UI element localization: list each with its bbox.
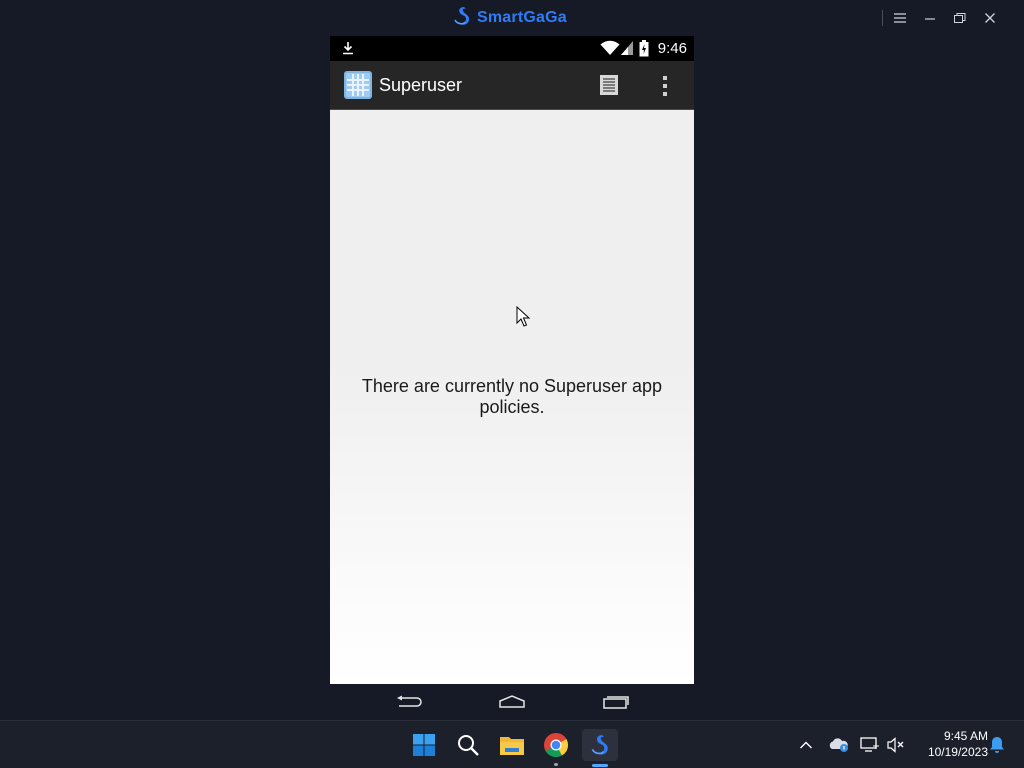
chevron-up-icon[interactable]	[796, 734, 816, 756]
active-indicator	[592, 764, 608, 767]
empty-policies-message: There are currently no Superuser app pol…	[361, 376, 663, 417]
recents-icon[interactable]	[601, 693, 631, 711]
emulator-brand-name: SmartGaGa	[477, 9, 567, 26]
volume-muted-icon[interactable]	[885, 734, 907, 756]
windows-start-icon[interactable]	[408, 729, 440, 761]
clock-date: 10/19/2023	[927, 745, 988, 759]
network-icon[interactable]	[859, 734, 881, 756]
running-indicator	[554, 763, 558, 766]
app-title: Superuser	[379, 75, 463, 95]
wifi-icon	[600, 40, 620, 61]
home-icon[interactable]	[497, 693, 527, 711]
policies-list-area: There are currently no Superuser app pol…	[330, 110, 694, 684]
hamburger-menu-icon[interactable]	[889, 8, 911, 28]
chrome-icon[interactable]	[540, 729, 572, 766]
mouse-cursor-icon	[516, 305, 531, 333]
minimize-icon[interactable]	[919, 8, 941, 28]
file-explorer-icon[interactable]	[496, 729, 528, 761]
clock-time: 9:45 AM	[943, 729, 988, 743]
restore-icon[interactable]	[949, 8, 971, 28]
app-action-bar: Superuser	[330, 61, 694, 110]
battery-icon	[639, 40, 649, 62]
back-icon[interactable]	[394, 693, 424, 711]
windows-taskbar: 9:45 AM 10/19/2023	[0, 720, 1024, 768]
overflow-menu-icon[interactable]	[661, 75, 669, 102]
status-time: 9:46	[657, 40, 687, 57]
superuser-app-icon[interactable]	[344, 71, 372, 104]
smartgaga-icon[interactable]	[582, 729, 618, 767]
emulator-title-bar: SmartGaGa	[0, 0, 1024, 36]
android-screen: 9:46 Superuser There are currently no Su…	[330, 36, 694, 684]
search-icon[interactable]	[452, 729, 484, 761]
signal-icon	[620, 40, 634, 61]
download-icon	[342, 41, 354, 60]
title-separator	[882, 10, 883, 26]
log-icon[interactable]	[599, 74, 619, 101]
notification-bell-icon[interactable]	[987, 734, 1007, 756]
android-status-bar: 9:46	[330, 36, 694, 61]
smartgaga-logo-icon	[452, 5, 472, 32]
onedrive-icon[interactable]	[827, 734, 851, 756]
taskbar-clock[interactable]: 9:45 AM 10/19/2023	[912, 728, 988, 760]
close-icon[interactable]	[979, 8, 1001, 28]
emulator-brand: SmartGaGa	[452, 5, 567, 32]
